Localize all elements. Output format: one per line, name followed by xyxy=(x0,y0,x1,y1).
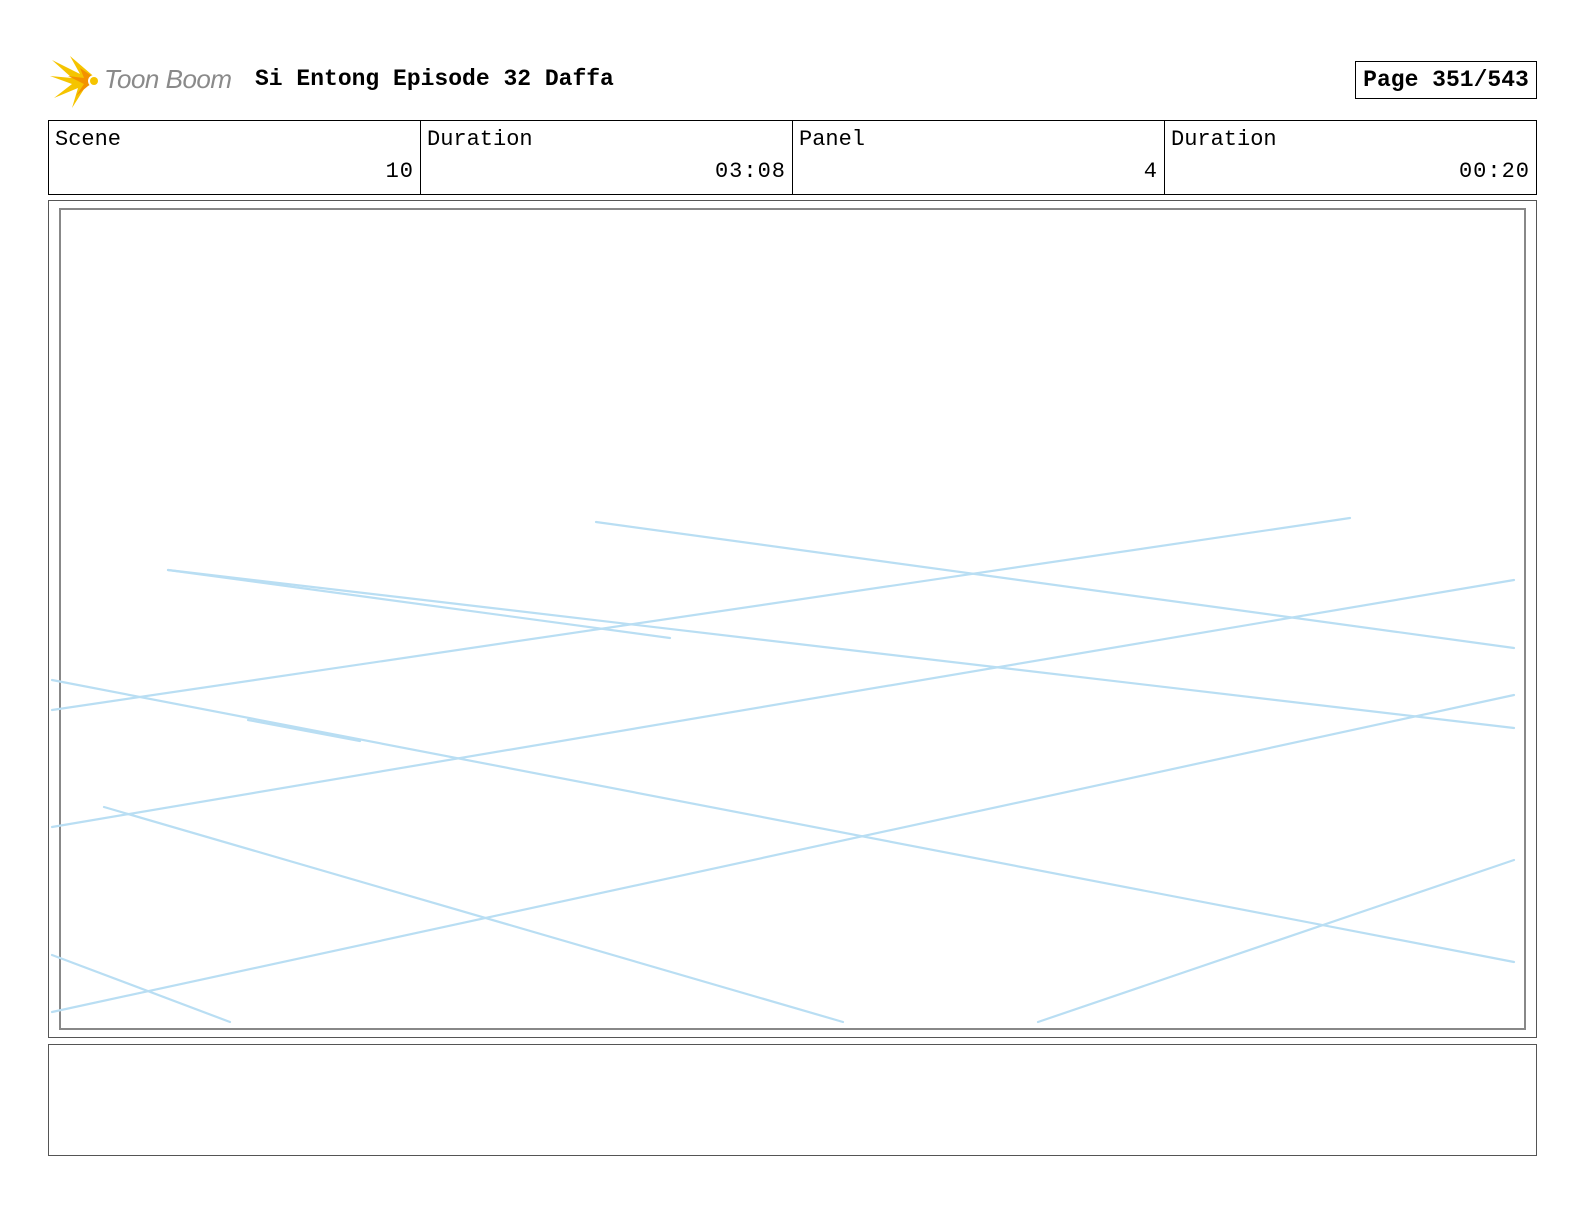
panel-label: Panel xyxy=(799,127,866,152)
panel-duration-cell: Duration 00:20 xyxy=(1165,121,1536,194)
panel-value: 4 xyxy=(1143,159,1158,184)
panel-cell: Panel 4 xyxy=(793,121,1165,194)
sketch-line xyxy=(50,953,232,1024)
sketch-line xyxy=(50,693,1516,1014)
sketch-line xyxy=(102,805,845,1024)
logo-text: Toon Boom xyxy=(104,64,232,94)
panel-notes-box xyxy=(48,1044,1537,1156)
scene-cell: Scene 10 xyxy=(49,121,421,194)
sketch-line xyxy=(246,718,362,743)
sketch-line xyxy=(50,678,1516,964)
sketch-line xyxy=(50,578,1516,829)
starburst-icon xyxy=(50,56,100,108)
panel-duration-label: Duration xyxy=(1171,127,1277,152)
scene-duration-value: 03:08 xyxy=(714,159,786,184)
scene-value: 10 xyxy=(385,159,414,184)
info-row: Scene 10 Duration 03:08 Panel 4 Duration… xyxy=(48,120,1537,195)
scene-duration-label: Duration xyxy=(427,127,533,152)
panel-duration-value: 00:20 xyxy=(1458,159,1530,184)
document-title: Si Entong Episode 32 Daffa xyxy=(255,66,614,92)
page-number: Page 351/543 xyxy=(1355,61,1537,99)
sketch-line xyxy=(50,516,1352,712)
scene-label: Scene xyxy=(55,127,122,152)
toon-boom-logo: Toon Boom xyxy=(50,54,240,110)
panel-sketch xyxy=(50,516,1516,1024)
sketch-line xyxy=(166,568,672,640)
sketch-line xyxy=(594,520,1516,650)
scene-duration-cell: Duration 03:08 xyxy=(421,121,793,194)
